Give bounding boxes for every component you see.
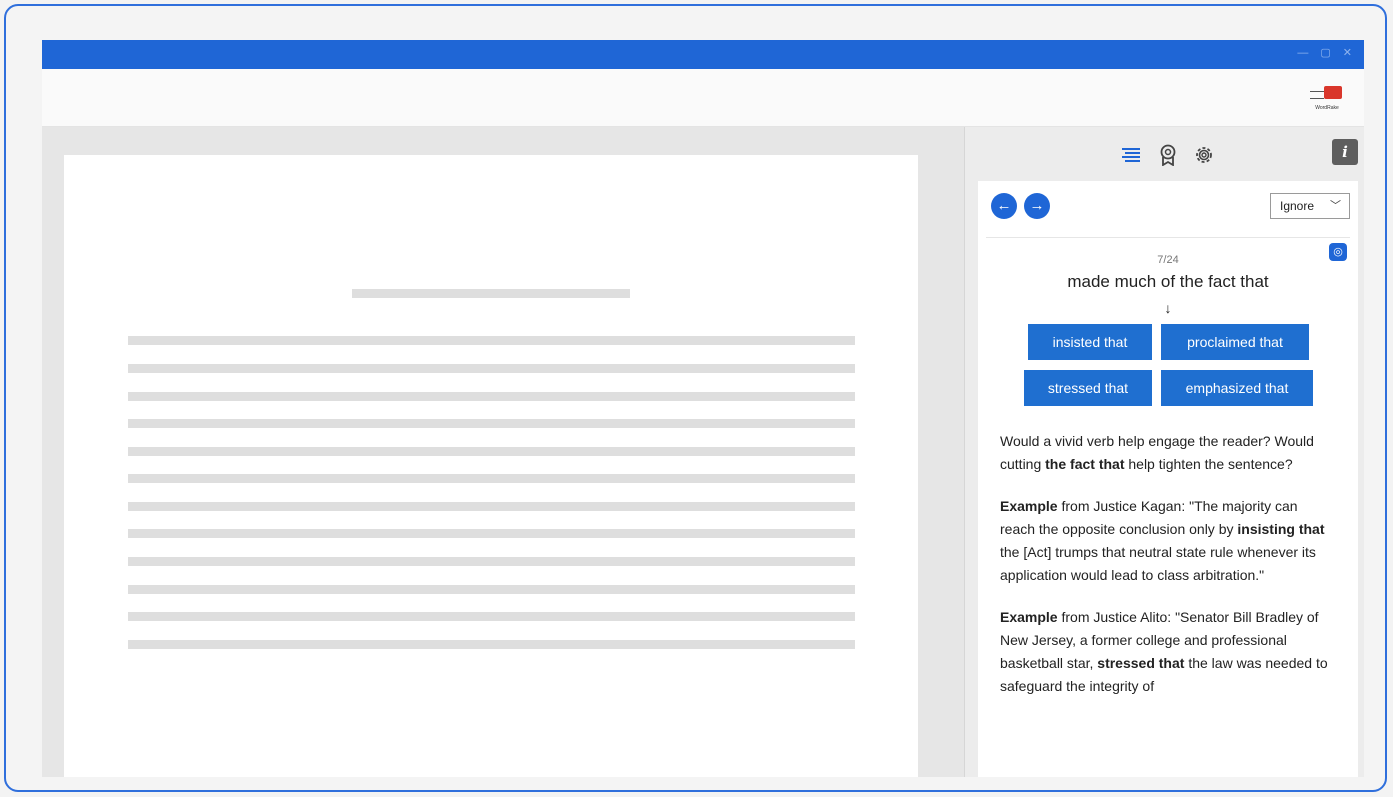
previous-suggestion-button[interactable]: ← <box>991 193 1017 219</box>
suggestion-counter: 7/24 <box>1157 254 1179 266</box>
focus-target-icon[interactable]: ◎ <box>1329 243 1347 261</box>
award-ribbon-icon[interactable] <box>1156 143 1180 167</box>
placeholder-text-line <box>128 557 855 566</box>
suggestion-stressed-that[interactable]: stressed that <box>1024 370 1152 406</box>
suggestions-list-icon[interactable] <box>1120 143 1144 167</box>
original-phrase: made much of the fact that <box>1067 272 1269 291</box>
placeholder-text-line <box>128 585 855 594</box>
title-bar: — ▢ ✕ <box>42 40 1364 69</box>
screenshot-frame: — ▢ ✕ WordRake i ← → Ignore ﹀ ◎ 7/24 mad… <box>4 4 1387 792</box>
placeholder-text-line <box>128 336 855 345</box>
info-button[interactable]: i <box>1332 139 1358 165</box>
suggestion-card: ← → Ignore ﹀ ◎ 7/24 made much of the fac… <box>978 181 1358 777</box>
wordrake-logo[interactable]: WordRake <box>1304 81 1350 117</box>
next-suggestion-button[interactable]: → <box>1024 193 1050 219</box>
placeholder-text-line <box>128 612 855 621</box>
panel-toolbar: i <box>965 127 1364 181</box>
placeholder-text-line <box>128 364 855 373</box>
placeholder-text-line <box>128 502 855 511</box>
placeholder-text-line <box>128 640 855 649</box>
minimize-button[interactable]: — <box>1297 46 1308 60</box>
logo-text: WordRake <box>1315 105 1339 111</box>
maximize-button[interactable]: ▢ <box>1320 46 1330 60</box>
document-workspace <box>42 127 964 777</box>
ignore-label: Ignore <box>1280 199 1315 213</box>
placeholder-text-line <box>128 392 855 401</box>
gear-icon[interactable] <box>1192 143 1216 167</box>
suggestion-options: insisted that proclaimed that stressed t… <box>978 324 1358 414</box>
placeholder-title-line <box>352 289 630 298</box>
placeholder-text-line <box>128 529 855 538</box>
close-button[interactable]: ✕ <box>1343 46 1352 60</box>
ignore-dropdown[interactable]: Ignore ﹀ <box>1270 193 1350 219</box>
window-controls: — ▢ ✕ <box>1297 46 1352 60</box>
suggestion-emphasized-that[interactable]: emphasized that <box>1161 370 1313 406</box>
app-window: — ▢ ✕ WordRake i ← → Ignore ﹀ ◎ 7/24 mad… <box>42 40 1364 777</box>
wordrake-side-panel: i ← → Ignore ﹀ ◎ 7/24 made much of the f… <box>964 127 1364 777</box>
suggestion-nav: ← → Ignore ﹀ <box>986 181 1350 238</box>
ribbon: WordRake <box>42 69 1364 127</box>
placeholder-text-line <box>128 419 855 428</box>
example-alito: Example from Justice Alito: "Senator Bil… <box>1000 609 1328 694</box>
placeholder-text-line <box>128 474 855 483</box>
wordrake-logo-icon <box>1304 81 1350 103</box>
explanation-paragraph: Would a vivid verb help engage the reade… <box>1000 433 1314 472</box>
explanation-text: Would a vivid verb help engage the reade… <box>1000 430 1334 698</box>
example-kagan: Example from Justice Kagan: "The majorit… <box>1000 498 1325 583</box>
suggestion-insisted-that[interactable]: insisted that <box>1028 324 1152 360</box>
chevron-down-icon: ﹀ <box>1330 200 1341 212</box>
arrow-down-icon: ↓ <box>1164 300 1172 316</box>
suggestion-proclaimed-that[interactable]: proclaimed that <box>1161 324 1309 360</box>
document-page[interactable] <box>64 155 918 777</box>
placeholder-text-line <box>128 447 855 456</box>
